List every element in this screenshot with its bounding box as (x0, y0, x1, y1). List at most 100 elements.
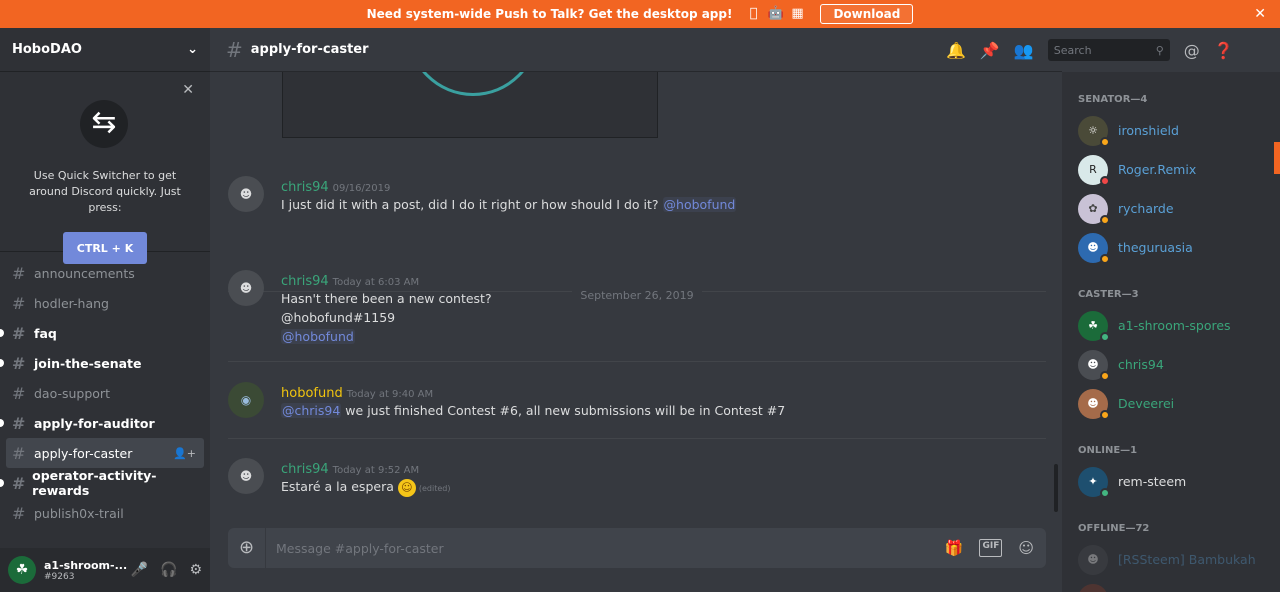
member-item[interactable]: ✦ rem-steem (1070, 462, 1272, 501)
hash-icon: # (12, 443, 26, 463)
channel-apply-for-caster[interactable]: # apply-for-caster 👤+ (6, 438, 204, 468)
message: ☻ chris94 Today at 6:03 AM Hasn't there b… (228, 270, 1048, 346)
member-group-header: ONLINE—1 (1078, 445, 1138, 456)
message-text: we just finished Contest #6, all new sub… (341, 403, 786, 418)
avatar: R (1078, 154, 1110, 186)
member-group-header: CASTER—3 (1078, 289, 1139, 300)
close-icon[interactable]: ✕ (182, 82, 194, 98)
message-author[interactable]: chris94 (281, 274, 329, 289)
member-name: rycharde (1118, 201, 1174, 216)
avatar[interactable]: ☘ (8, 556, 36, 584)
member-item[interactable]: ☻ Deveerei (1070, 384, 1272, 423)
hash-icon: # (12, 383, 26, 403)
emoji-picker-icon[interactable]: ☺ (1018, 539, 1034, 557)
member-item[interactable]: ☻ [RSSteem] Bambukah (1070, 540, 1272, 579)
member-name: rem-steem (1118, 474, 1187, 489)
add-user-icon[interactable]: 👤+ (173, 447, 196, 460)
hash-icon: # (12, 323, 26, 343)
channel-operator-activity-rewards[interactable]: # operator-activity-rewards (0, 468, 210, 498)
help-icon[interactable]: ❓ (1214, 41, 1234, 60)
member-name: a1-shroom-spores (1118, 318, 1231, 333)
user-panel: ☘ a1-shroom-... #9263 🎤 🎧 ⚙ (0, 548, 210, 592)
channel-label: apply-for-caster (34, 445, 133, 461)
channel-title: apply-for-caster (250, 42, 369, 57)
member-item[interactable]: R Roger.Remix (1070, 150, 1272, 189)
android-icon: 🤖 (767, 6, 784, 21)
channel-label: dao-support (34, 385, 110, 401)
channel-list: # announcements # hodler-hang # faq # join-t… (0, 252, 210, 528)
avatar[interactable]: ☻ (228, 270, 264, 306)
channel-faq[interactable]: # faq (0, 318, 210, 348)
member-item[interactable]: ☻ chris94 (1070, 345, 1272, 384)
message-author[interactable]: chris94 (281, 180, 329, 195)
microphone-icon[interactable]: 🎤 (131, 562, 148, 578)
message-author[interactable]: chris94 (281, 462, 329, 477)
message-author[interactable]: hobofund (281, 386, 343, 401)
member-item[interactable]: ☻alchemage (1070, 579, 1272, 592)
avatar: ☻ (1078, 388, 1110, 420)
message-timestamp: 09/16/2019 (332, 183, 391, 194)
avatar: ☘ (1078, 310, 1110, 342)
member-item[interactable]: ✿ rycharde (1070, 189, 1272, 228)
gift-icon[interactable]: 🎁 (945, 539, 964, 557)
message-text: Hasn't there been a new contest? (281, 291, 492, 306)
embedded-image[interactable] (282, 72, 658, 138)
switch-arrows-icon: ⇆ (80, 100, 128, 148)
hash-icon: # (12, 293, 26, 313)
avatar: ✦ (1078, 466, 1110, 498)
apple-icon:  (745, 6, 761, 22)
server-header[interactable]: HoboDAO ⌄ (0, 28, 210, 72)
channel-label: hodler-hang (34, 295, 109, 311)
quick-switcher-tip: ✕ ⇆ Use Quick Switcher to get around Dis… (0, 72, 210, 264)
member-item[interactable]: ☼ ironshield (1070, 111, 1272, 150)
message-separator (228, 438, 1046, 439)
user-mention[interactable]: @chris94 (281, 403, 342, 418)
avatar: ☻ (1078, 232, 1110, 264)
channel-hodler-hang[interactable]: # hodler-hang (0, 288, 210, 318)
member-item[interactable]: ☻ theguruasia (1070, 228, 1272, 267)
headphones-icon[interactable]: 🎧 (160, 562, 177, 578)
user-mention[interactable]: @hobofund (662, 197, 737, 212)
edited-label: (edited) (418, 484, 451, 493)
channel-join-the-senate[interactable]: # join-the-senate (0, 348, 210, 378)
avatar: ☻ (1078, 349, 1110, 381)
message: ☻ chris94 Today at 9:52 AM Estaré a la es… (228, 458, 1048, 498)
channel-label: announcements (34, 265, 135, 281)
avatar[interactable]: ◉ (228, 382, 264, 418)
message-timestamp: Today at 6:03 AM (332, 277, 420, 288)
channel-apply-for-auditor[interactable]: # apply-for-auditor (0, 408, 210, 438)
server-name: HoboDAO (12, 42, 82, 57)
avatar[interactable]: ☻ (228, 458, 264, 494)
close-banner-icon[interactable]: ✕ (1254, 6, 1266, 22)
hash-icon: # (226, 37, 243, 62)
channel-label: join-the-senate (34, 355, 142, 371)
hash-icon: # (12, 263, 26, 283)
message-input[interactable]: Message #apply-for-caster (266, 541, 945, 556)
gif-button[interactable]: GIF (979, 539, 1003, 557)
pin-icon[interactable]: 📌 (980, 41, 1000, 60)
mention-icon[interactable]: @ (1184, 41, 1200, 60)
scroll-indicator (1274, 142, 1280, 174)
member-name: Roger.Remix (1118, 162, 1197, 177)
scrollbar[interactable] (1054, 464, 1058, 512)
avatar[interactable]: ☻ (228, 176, 264, 212)
quick-switcher-illustration: ⇆ (60, 100, 150, 160)
member-item[interactable]: ☘ a1-shroom-spores (1070, 306, 1272, 345)
member-list: SENATOR—4 ☼ ironshield R Roger.Remix ✿ rych… (1062, 72, 1280, 592)
hash-icon: # (12, 353, 26, 373)
avatar: ☻ (1078, 583, 1108, 592)
members-icon[interactable]: 👥 (1014, 41, 1034, 60)
avatar: ✿ (1078, 193, 1110, 225)
message-text: @hobofund#1159 (281, 310, 396, 325)
user-mention[interactable]: @hobofund (281, 329, 355, 344)
upload-plus-icon[interactable]: ⊕ (228, 528, 266, 568)
download-button[interactable]: Download (820, 4, 914, 24)
channel-announcements[interactable]: # announcements (0, 258, 210, 288)
bell-icon[interactable]: 🔔 (946, 41, 966, 60)
gear-icon[interactable]: ⚙ (189, 562, 202, 578)
member-name: theguruasia (1118, 240, 1193, 255)
channel-dao-support[interactable]: # dao-support (0, 378, 210, 408)
channel-publish0x-trail[interactable]: # publish0x-trail (0, 498, 210, 528)
avatar: ☻ (1078, 544, 1108, 575)
search-input[interactable]: Search ⚲ (1047, 39, 1170, 61)
